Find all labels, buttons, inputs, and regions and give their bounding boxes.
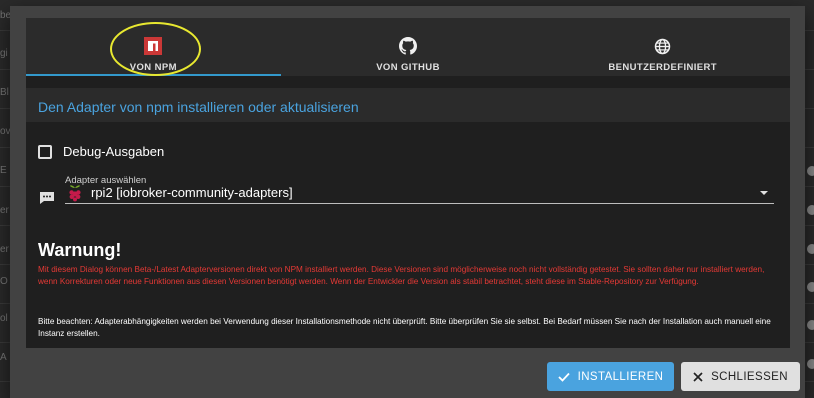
debug-checkbox[interactable] [38, 144, 52, 159]
dialog-title: Den Adapter von npm installieren oder ak… [38, 99, 359, 115]
globe-icon [654, 37, 671, 55]
tab-label: BENUTZERDEFINIERT [608, 62, 718, 73]
background-text: ol [0, 313, 8, 324]
status-dot [807, 320, 814, 330]
warning-title: Warnung! [38, 240, 122, 260]
background-text: Bl [0, 87, 9, 98]
status-dot [807, 166, 814, 176]
debug-checkbox-row[interactable]: Debug-Ausgaben [38, 144, 164, 159]
background-text: er [0, 205, 9, 216]
comment-icon [39, 191, 55, 205]
status-dot [807, 282, 814, 292]
tab-github[interactable]: VON GITHUB [281, 18, 536, 76]
tab-label: VON GITHUB [376, 62, 440, 73]
dialog-title-bar: Den Adapter von npm installieren oder ak… [26, 88, 790, 122]
check-icon [557, 372, 570, 382]
status-dot [807, 244, 814, 254]
note-text: Bitte beachten: Adapterabhängigkeiten we… [38, 317, 771, 338]
warning-text: Mit diesem Dialog können Beta-/Latest Ad… [38, 265, 765, 286]
adapter-select-field[interactable]: rpi2 [iobroker-community-adapters] [65, 182, 774, 204]
background-text: gi [0, 48, 8, 59]
close-button[interactable]: SCHLIESSEN [681, 362, 800, 391]
status-dot [807, 205, 814, 215]
background-text: ov [0, 126, 10, 137]
background-text: er [0, 244, 9, 255]
adapter-select: Adapter auswählen rpi2 [iobroker-communi… [65, 170, 774, 204]
close-button-label: SCHLIESSEN [711, 370, 788, 383]
install-button[interactable]: INSTALLIEREN [547, 362, 674, 391]
install-button-label: INSTALLIEREN [577, 370, 664, 383]
tab-label: VON NPM [129, 62, 177, 73]
install-dialog: VON NPM VON GITHUB BENUTZERDEFINIERT Den… [10, 6, 805, 398]
source-tabs: VON NPM VON GITHUB BENUTZERDEFINIERT [26, 18, 790, 76]
dialog-content: VON NPM VON GITHUB BENUTZERDEFINIERT Den… [26, 18, 790, 348]
close-icon [693, 371, 703, 382]
status-dot [807, 359, 814, 369]
npm-icon [144, 37, 163, 55]
raspberry-pi-icon [67, 184, 83, 202]
background-text: O [0, 276, 8, 287]
tab-custom[interactable]: BENUTZERDEFINIERT [535, 18, 790, 76]
adapter-select-value: rpi2 [iobroker-community-adapters] [91, 185, 293, 200]
background-text: be [0, 10, 10, 21]
background-text: A [0, 352, 7, 363]
background-text: E [0, 165, 7, 176]
chevron-down-icon[interactable] [760, 191, 768, 195]
tab-npm[interactable]: VON NPM [26, 18, 281, 76]
debug-checkbox-label: Debug-Ausgaben [63, 144, 165, 159]
github-icon [399, 37, 417, 55]
